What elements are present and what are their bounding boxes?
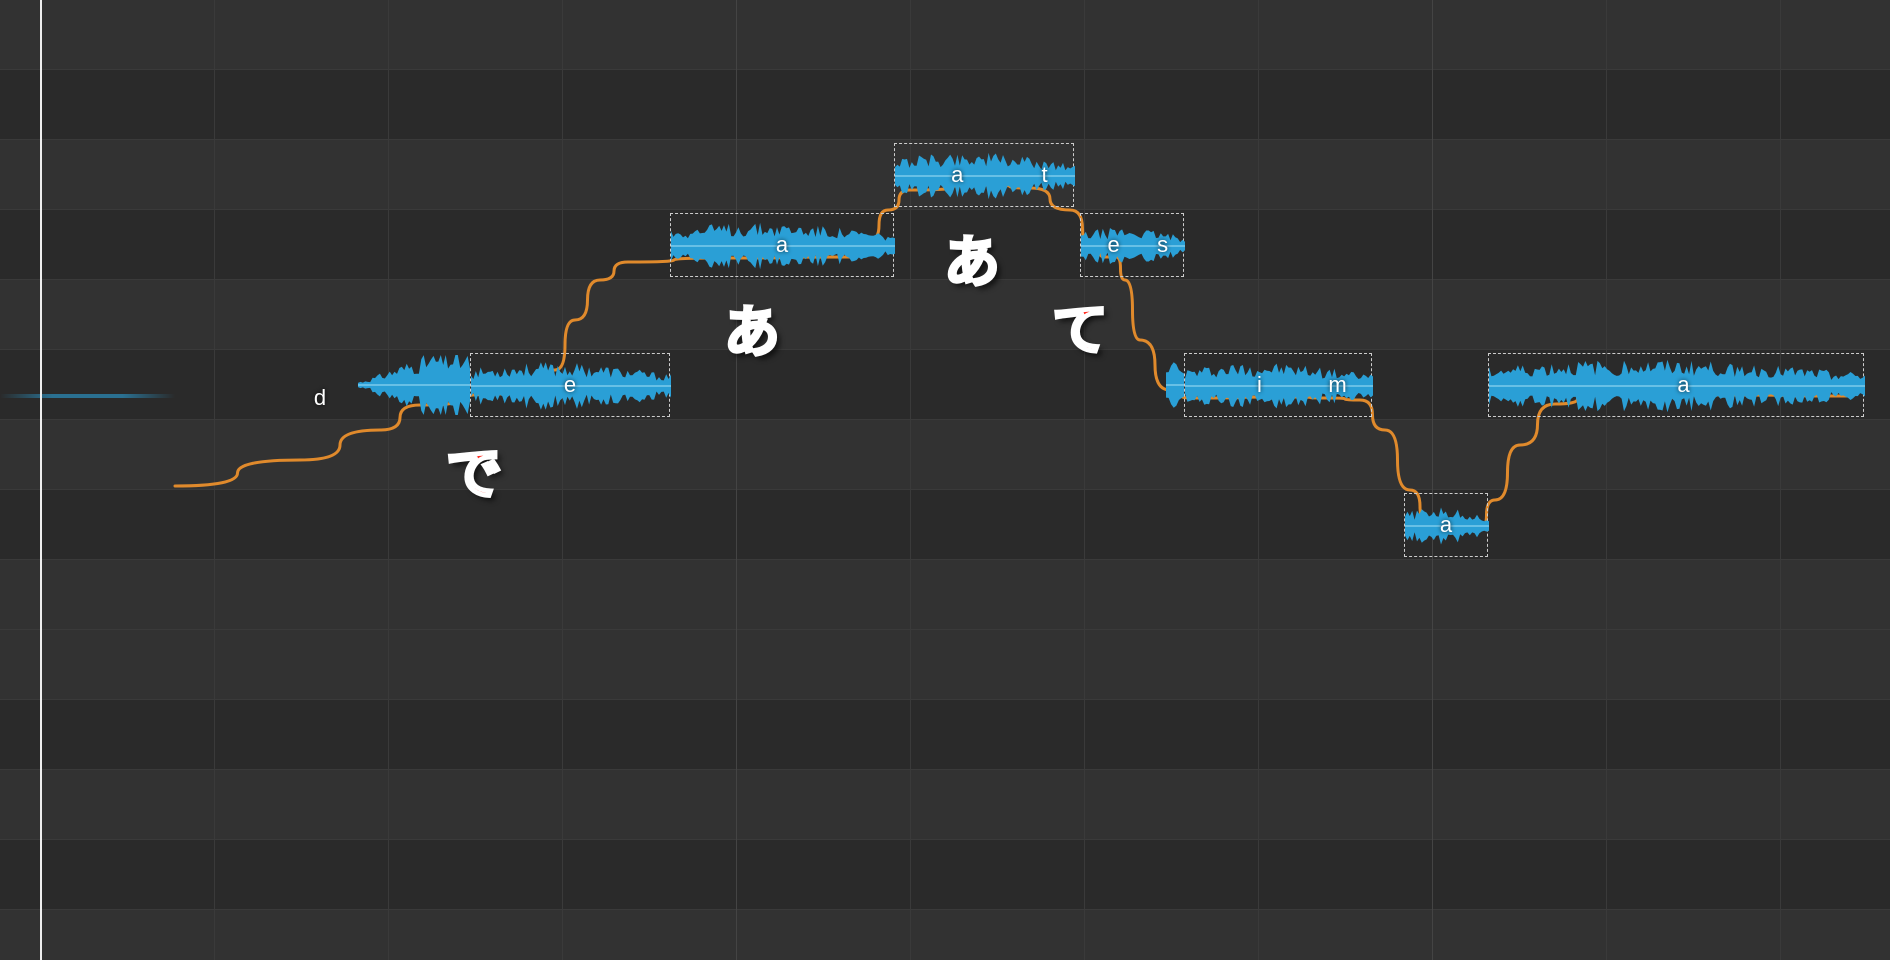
waveform	[1489, 354, 1865, 418]
waveform	[895, 144, 1075, 208]
note-a3[interactable]: a	[1488, 353, 1864, 417]
waveform	[671, 214, 895, 278]
phoneme-label: t	[1041, 162, 1047, 188]
phoneme-label: a	[1440, 512, 1452, 538]
waveform	[471, 354, 671, 418]
phoneme-label: s	[1157, 232, 1168, 258]
vocal-editor[interactable]: eaatesimaadでああて	[0, 0, 1890, 960]
note-de[interactable]: e	[470, 353, 670, 417]
time-gridline	[1780, 0, 1781, 960]
phoneme-label: m	[1328, 372, 1346, 398]
time-gridline	[1084, 0, 1085, 960]
time-gridline	[736, 0, 737, 960]
playhead[interactable]	[40, 0, 42, 960]
phoneme-label: e	[1108, 232, 1120, 258]
time-gridline	[1606, 0, 1607, 960]
note-es[interactable]: es	[1080, 213, 1184, 277]
phoneme-label: a	[1677, 372, 1689, 398]
note-at[interactable]: at	[894, 143, 1074, 207]
phoneme-label: a	[776, 232, 788, 258]
phoneme-label: e	[564, 372, 576, 398]
waveform	[1185, 354, 1373, 418]
time-gridline	[562, 0, 563, 960]
note-im[interactable]: im	[1184, 353, 1372, 417]
waveform	[1405, 494, 1489, 558]
note-a1[interactable]: a	[670, 213, 894, 277]
note-a2[interactable]: a	[1404, 493, 1488, 557]
phoneme-label: a	[951, 162, 963, 188]
time-gridline	[388, 0, 389, 960]
time-gridline	[214, 0, 215, 960]
waveform	[1081, 214, 1185, 278]
time-gridline	[1258, 0, 1259, 960]
time-gridline	[1432, 0, 1433, 960]
phoneme-label: i	[1257, 372, 1262, 398]
